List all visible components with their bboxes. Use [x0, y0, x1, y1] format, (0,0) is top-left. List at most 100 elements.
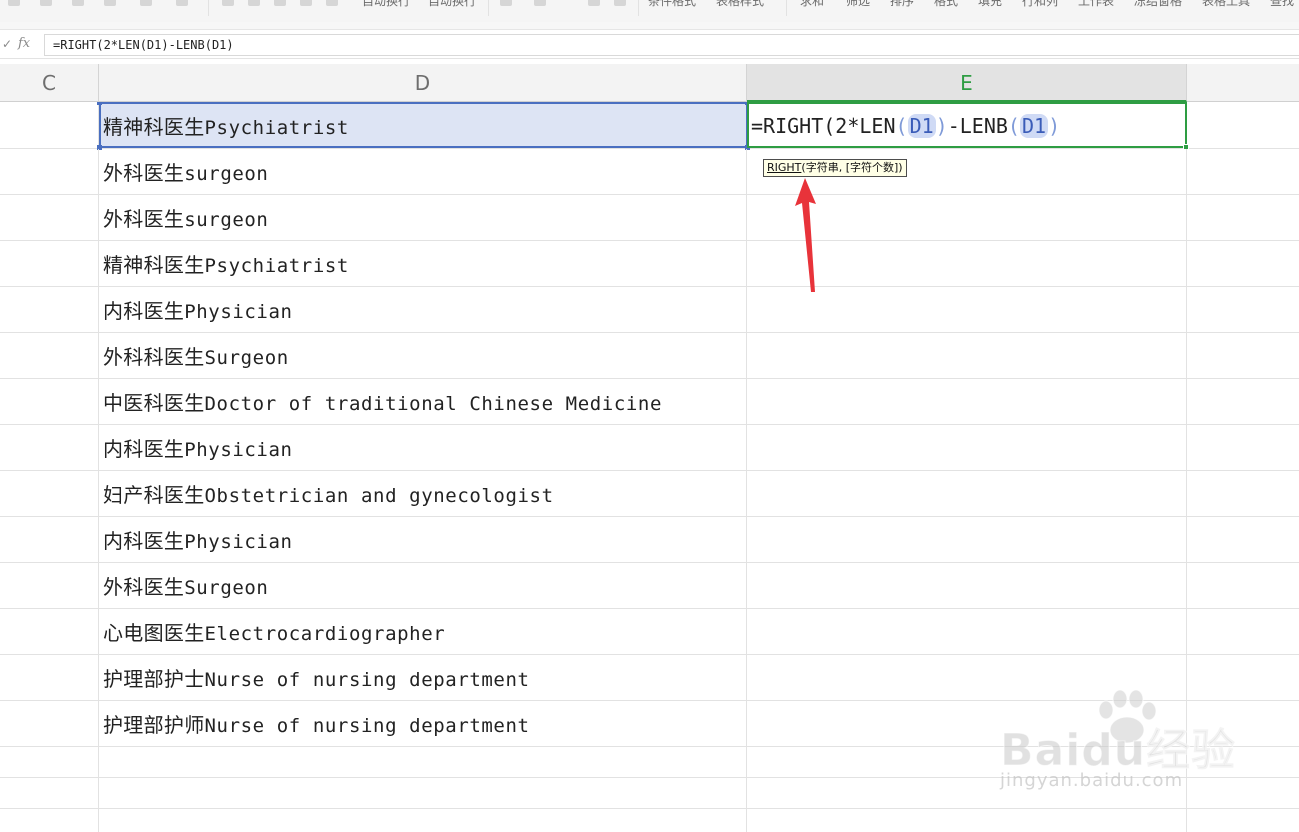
- cell[interactable]: [747, 517, 1187, 562]
- cell[interactable]: [99, 778, 747, 808]
- find-button[interactable]: 查找: [1270, 0, 1294, 8]
- cell[interactable]: [0, 102, 99, 148]
- cell-d[interactable]: 外科医生surgeon: [99, 149, 747, 194]
- cell[interactable]: [1187, 809, 1299, 832]
- cell[interactable]: [747, 471, 1187, 516]
- cell[interactable]: [0, 609, 99, 654]
- cell[interactable]: [0, 655, 99, 700]
- formula-input[interactable]: =RIGHT(2*LEN(D1)-LENB(D1): [44, 34, 1299, 56]
- cell-d[interactable]: 护理部护士Nurse of nursing department: [99, 655, 747, 700]
- cell[interactable]: [0, 517, 99, 562]
- column-header-d[interactable]: D: [99, 64, 747, 102]
- cell-text-cn: 内科医生: [103, 299, 185, 323]
- table-tools-button[interactable]: 表格工具: [1202, 0, 1250, 8]
- align-icon[interactable]: [248, 0, 260, 6]
- table-row: 妇产科医生Obstetrician and gynecologist: [0, 471, 1299, 517]
- cell[interactable]: [1187, 102, 1299, 148]
- cell[interactable]: [0, 701, 99, 746]
- cell-d[interactable]: 中医科医生Doctor of traditional Chinese Medic…: [99, 379, 747, 424]
- cell[interactable]: [747, 563, 1187, 608]
- cell[interactable]: [0, 809, 99, 832]
- cell-d1-selected[interactable]: 精神科医生Psychiatrist: [97, 102, 750, 150]
- sum-button[interactable]: 求和: [800, 0, 824, 8]
- freeze-panes-button[interactable]: 冻结窗格: [1134, 0, 1182, 8]
- rows-columns-button[interactable]: 行和列: [1022, 0, 1058, 8]
- column-header-f[interactable]: [1187, 64, 1299, 102]
- cell[interactable]: [747, 379, 1187, 424]
- cell[interactable]: [0, 241, 99, 286]
- cell-d[interactable]: 外科科医生Surgeon: [99, 333, 747, 378]
- cell-text-cn: 外科科医生: [103, 345, 205, 369]
- cell[interactable]: [0, 563, 99, 608]
- fill-button[interactable]: 填充: [978, 0, 1002, 8]
- cell[interactable]: [0, 333, 99, 378]
- fx-icon[interactable]: fx: [18, 36, 30, 51]
- cell[interactable]: [1187, 563, 1299, 608]
- column-header-e[interactable]: E: [747, 64, 1187, 102]
- toolbar-icon[interactable]: [8, 0, 20, 6]
- toolbar-icon[interactable]: [72, 0, 84, 6]
- cell[interactable]: [0, 778, 99, 808]
- cell[interactable]: [1187, 149, 1299, 194]
- align-icon[interactable]: [300, 0, 312, 6]
- cell-d[interactable]: 外科医生Surgeon: [99, 563, 747, 608]
- table-style-button[interactable]: 表格样式: [716, 0, 764, 8]
- wrap-text-button[interactable]: 自动换行: [428, 0, 476, 8]
- toolbar-icon[interactable]: [104, 0, 116, 6]
- cell-d[interactable]: 护理部护师Nurse of nursing department: [99, 701, 747, 746]
- cell-d[interactable]: 精神科医生Psychiatrist: [99, 241, 747, 286]
- worksheet-button[interactable]: 工作表: [1078, 0, 1114, 8]
- cell[interactable]: [0, 471, 99, 516]
- cell[interactable]: [747, 609, 1187, 654]
- check-icon[interactable]: ✓: [2, 37, 12, 51]
- sort-button[interactable]: 排序: [890, 0, 914, 8]
- cell[interactable]: [1187, 379, 1299, 424]
- percent-icon[interactable]: [534, 0, 546, 6]
- formula-ref-d1: D1: [1019, 114, 1049, 138]
- cell-d[interactable]: 外科医生surgeon: [99, 195, 747, 240]
- cell[interactable]: [0, 149, 99, 194]
- cell[interactable]: [0, 425, 99, 470]
- cell-formula[interactable]: =RIGHT(2*LEN(D1)-LENB(D1): [751, 114, 1060, 138]
- selection-handle[interactable]: [97, 102, 102, 105]
- format-button[interactable]: 格式: [934, 0, 958, 8]
- cell[interactable]: [747, 425, 1187, 470]
- cell[interactable]: [1187, 333, 1299, 378]
- toolbar-icon[interactable]: [40, 0, 52, 6]
- column-header-c[interactable]: C: [0, 64, 99, 102]
- cell[interactable]: [1187, 517, 1299, 562]
- toolbar-icon[interactable]: [140, 0, 152, 6]
- cell[interactable]: [99, 809, 747, 832]
- cell[interactable]: [0, 195, 99, 240]
- align-icon[interactable]: [326, 0, 338, 6]
- cell-d[interactable]: 心电图医生Electrocardiographer: [99, 609, 747, 654]
- cell[interactable]: [747, 333, 1187, 378]
- cell-text-en: Physician: [184, 439, 293, 461]
- align-icon[interactable]: [222, 0, 234, 6]
- cell[interactable]: [747, 809, 1187, 832]
- cell[interactable]: [0, 379, 99, 424]
- cell[interactable]: [0, 747, 99, 777]
- table-row: 精神科医生Psychiatrist: [0, 241, 1299, 287]
- toolbar-icon[interactable]: [176, 0, 188, 6]
- merge-center-button[interactable]: 自动换行: [362, 0, 410, 8]
- number-format-icon[interactable]: [500, 0, 512, 6]
- cell[interactable]: [1187, 471, 1299, 516]
- cell-d[interactable]: 内科医生Physician: [99, 425, 747, 470]
- cell[interactable]: [0, 287, 99, 332]
- decimal-icon[interactable]: [614, 0, 626, 6]
- cell-d[interactable]: 妇产科医生Obstetrician and gynecologist: [99, 471, 747, 516]
- conditional-format-button[interactable]: 条件格式: [648, 0, 696, 8]
- cell-d[interactable]: 内科医生Physician: [99, 287, 747, 332]
- cell[interactable]: [1187, 425, 1299, 470]
- cell[interactable]: [1187, 609, 1299, 654]
- cell[interactable]: [1187, 241, 1299, 286]
- cell[interactable]: [1187, 287, 1299, 332]
- align-icon[interactable]: [274, 0, 286, 6]
- cell-d[interactable]: 内科医生Physician: [99, 517, 747, 562]
- cell[interactable]: [1187, 195, 1299, 240]
- filter-button[interactable]: 筛选: [846, 0, 870, 8]
- cell[interactable]: [99, 747, 747, 777]
- cell-e1-editing[interactable]: =RIGHT(2*LEN(D1)-LENB(D1): [747, 102, 1189, 150]
- decimal-icon[interactable]: [588, 0, 600, 6]
